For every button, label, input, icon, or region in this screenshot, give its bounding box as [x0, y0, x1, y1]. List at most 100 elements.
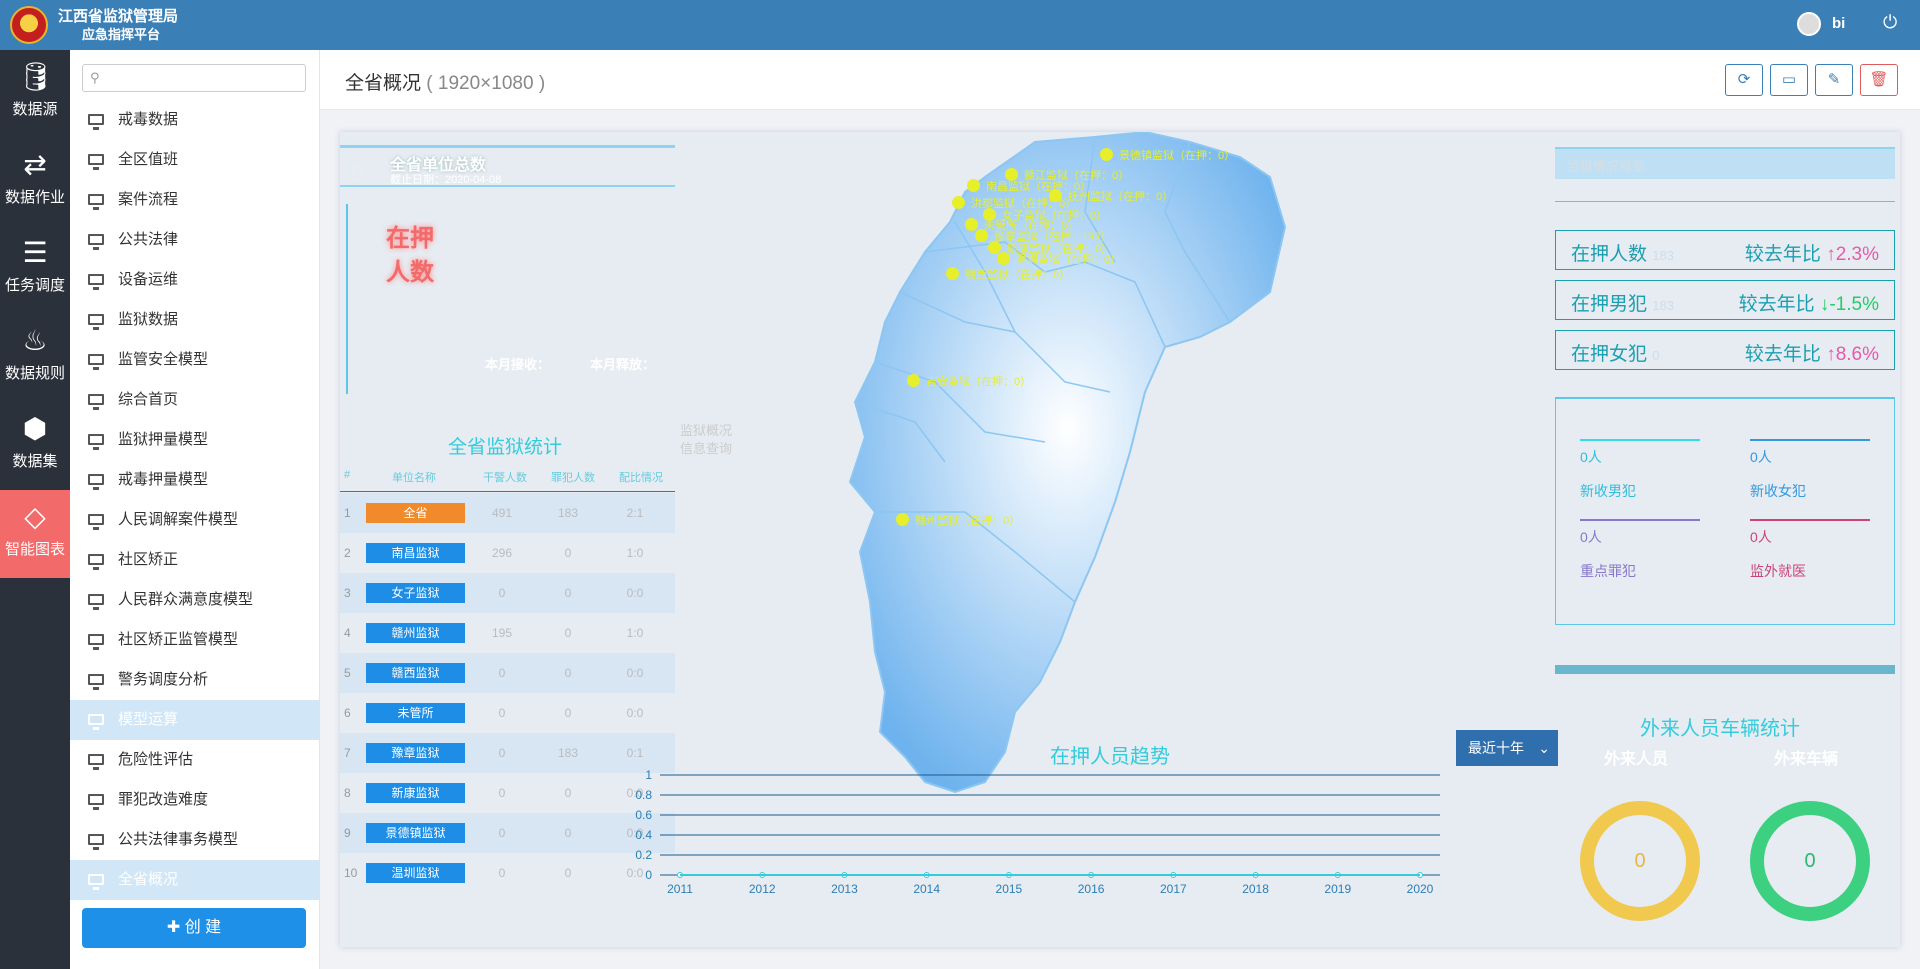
sidebar-item[interactable]: 全省概况: [70, 860, 320, 900]
new-male-stat: 0人 新收男犯: [1580, 439, 1700, 501]
sidebar-item[interactable]: 监狱押量模型: [70, 420, 320, 460]
app-subtitle: 应急指挥平台: [82, 27, 161, 42]
app-title: 江西省监狱管理局: [58, 8, 179, 25]
nav-item-datasource[interactable]: 🛢 数据源: [0, 50, 70, 138]
table-row[interactable]: 4 赣州监狱 195 0 1:0: [340, 613, 675, 653]
sidebar-item-label: 社区矫正: [118, 551, 179, 568]
overview-link[interactable]: 监狱概况 信息查询: [680, 422, 732, 458]
diamond-icon: ◇: [24, 501, 46, 532]
sidebar-item[interactable]: 公共法律: [70, 220, 320, 260]
visitor-people-label: 外来人员: [1604, 751, 1669, 768]
sidebar-item-label: 综合首页: [118, 391, 179, 408]
power-icon[interactable]: ⏻: [1883, 12, 1897, 33]
x-tick-label: 2020: [1407, 882, 1434, 895]
sidebar-item[interactable]: 人民调解案件模型: [70, 500, 320, 540]
month-in-label: 本月接收：: [485, 357, 551, 372]
situation-header: 监狱情况概览: [1555, 147, 1895, 179]
monitor-icon: [88, 434, 104, 450]
trash-icon: 🗑: [1869, 71, 1889, 88]
sidebar-item[interactable]: 社区矫正监管模型: [70, 620, 320, 660]
city-marker[interactable]: 吉安监狱（在押：0）: [907, 373, 1031, 389]
x-tick-label: 2019: [1324, 882, 1351, 895]
table-row[interactable]: 7 豫章监狱 0 183 0:1: [340, 733, 675, 773]
delete-button[interactable]: 🗑: [1860, 64, 1898, 96]
x-tick-label: 2011: [667, 882, 693, 895]
sidebar-item-label: 公共法律: [118, 231, 179, 248]
sidebar-item[interactable]: 模型运算: [70, 700, 320, 740]
table-row[interactable]: 6 未管所 0 0 0:0: [340, 693, 675, 733]
range-select[interactable]: 最近十年 ⌄: [1456, 730, 1558, 766]
monitor-icon: [88, 514, 104, 530]
sidebar-item[interactable]: 警务调度分析: [70, 660, 320, 700]
city-marker[interactable]: 景德镇监狱（在押：0）: [1100, 147, 1235, 163]
sidebar-item[interactable]: 设备运维: [70, 260, 320, 300]
sidebar-item[interactable]: 公共法律事务模型: [70, 820, 320, 860]
sidebar-item[interactable]: 监管安全模型: [70, 340, 320, 380]
tasks-icon: ☰: [22, 237, 48, 268]
sidebar-item[interactable]: 监狱数据: [70, 300, 320, 340]
table-row[interactable]: 1 全省 491 183 2:1: [340, 493, 675, 533]
search-input[interactable]: ⚲: [82, 64, 306, 92]
table-row[interactable]: 3 女子监狱 0 0 0:0: [340, 573, 675, 613]
table-row[interactable]: 5 赣西监狱 0 0 0:0: [340, 653, 675, 693]
sidebar-item[interactable]: 危险性评估: [70, 740, 320, 780]
nav-item-task-schedule[interactable]: ☰ 任务调度: [0, 226, 70, 314]
divider: [1555, 665, 1895, 674]
monitor-icon: [88, 794, 104, 810]
monitor-icon: [88, 554, 104, 570]
sidebar-item-label: 监狱押量模型: [118, 431, 209, 448]
visitor-people-ring: 0: [1580, 801, 1700, 921]
x-tick-label: 2016: [1078, 882, 1105, 895]
visitor-cars-ring: 0: [1750, 801, 1870, 921]
sidebar-item[interactable]: 戒毒押量模型: [70, 460, 320, 500]
sync-icon: ⇄: [23, 149, 47, 180]
sidebar-item[interactable]: 综合首页: [70, 380, 320, 420]
edit-button[interactable]: ✎: [1815, 64, 1853, 96]
monitor-icon: ▭: [1781, 71, 1797, 88]
sidebar-item[interactable]: 戒毒数据: [70, 100, 320, 140]
monitor-icon: [88, 474, 104, 490]
nav-item-data-job[interactable]: ⇄ 数据作业: [0, 138, 70, 226]
x-tick-label: 2013: [831, 882, 858, 895]
city-marker[interactable]: 赣西监狱（在押：0）: [946, 266, 1070, 282]
sidebar-item-label: 警务调度分析: [118, 671, 209, 688]
nav-item-smart-chart[interactable]: ◇ 智能图表: [0, 490, 70, 578]
sidebar-item-label: 社区矫正监管模型: [118, 631, 239, 648]
trend-chart: 0 0.2 0.4 0.6 0.8 1 2011 2012 2013 2014 2015 2016 20…: [635, 770, 1440, 895]
sidebar-item[interactable]: 人民群众满意度模型: [70, 580, 320, 620]
sidebar-item-label: 罪犯改造难度: [118, 791, 209, 808]
edit-icon: ✎: [1827, 71, 1841, 88]
top-bar: 江西省监狱管理局 应急指挥平台 bi ⏻: [0, 0, 1920, 50]
sidebar: ⚲ 戒毒数据全区值班案件流程公共法律设备运维 监狱数据 监管安全模型综合首页监狱押量…: [70, 50, 320, 969]
sidebar-item[interactable]: 案件流程: [70, 180, 320, 220]
search-icon: ⚲: [90, 70, 100, 85]
refresh-button[interactable]: ⟳: [1725, 64, 1763, 96]
nav-item-data-rules[interactable]: ♨ 数据规则: [0, 314, 70, 402]
sidebar-item-label: 全区值班: [118, 151, 179, 168]
sidebar-item[interactable]: 社区矫正: [70, 540, 320, 580]
sidebar-item-label: 危险性评估: [118, 751, 194, 768]
sidebar-item[interactable]: 全区值班: [70, 140, 320, 180]
nav-item-dataset[interactable]: ⬢ 数据集: [0, 402, 70, 490]
sidebar-item-label: 戒毒数据: [118, 111, 179, 128]
y-tick-label: 0.2: [635, 848, 652, 862]
small-stats-panel: [1555, 397, 1895, 625]
preview-button[interactable]: ▭: [1770, 64, 1808, 96]
sidebar-item[interactable]: 罪犯改造难度: [70, 780, 320, 820]
avatar[interactable]: [1797, 12, 1821, 36]
table-row[interactable]: 2 南昌监狱 296 0 1:0: [340, 533, 675, 573]
monitor-icon: [88, 834, 104, 850]
create-button[interactable]: ✚ 创 建: [82, 908, 306, 948]
monitor-icon: [88, 154, 104, 170]
refresh-icon: ⟳: [1737, 71, 1751, 88]
user-name[interactable]: bi: [1832, 15, 1845, 32]
month-out-label: 本月释放：: [590, 357, 656, 372]
unit-header: ⌂ 全省单位总数 截止日期：2020-04-08: [340, 145, 675, 187]
sidebar-item-label: 全省概况: [118, 871, 179, 888]
sidebar-item-label: 人民群众满意度模型: [118, 591, 254, 608]
city-marker[interactable]: 赣州监狱（在押：0）: [896, 512, 1020, 528]
left-nav: 🛢 数据源 ⇄ 数据作业 ☰ 任务调度 ♨ 数据规则 ⬢ 数据集 ◇ 智能图表: [0, 50, 70, 969]
city-marker[interactable]: 温圳监狱（在押：0）: [997, 251, 1121, 267]
y-tick-label: 0: [645, 868, 652, 882]
y-tick-label: 1: [645, 770, 652, 782]
